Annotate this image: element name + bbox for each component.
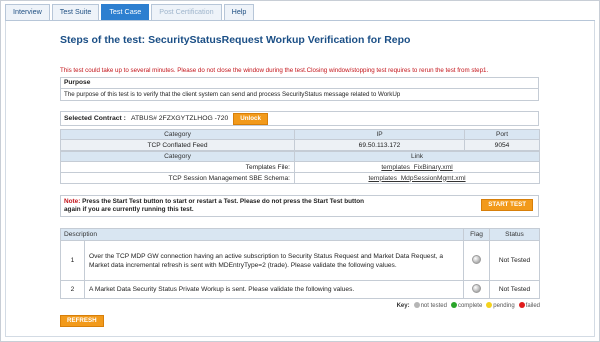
purpose-box: Purpose The purpose of this test is to v… xyxy=(60,77,539,101)
step-number: 2 xyxy=(60,280,85,299)
table-row: TCP Session Management SBE Schema: templ… xyxy=(60,172,540,184)
tab-interview[interactable]: Interview xyxy=(5,4,50,20)
unlock-button[interactable]: Unlock xyxy=(233,112,268,125)
page-title: Steps of the test: SecurityStatusRequest… xyxy=(60,34,411,46)
purpose-text: The purpose of this test is to verify th… xyxy=(64,91,401,98)
step-description: A Market Data Security Status Private Wo… xyxy=(83,280,465,299)
tab-help[interactable]: Help xyxy=(223,4,255,20)
step-status: Not Tested xyxy=(489,240,541,281)
steps-header-flag: Flag xyxy=(463,228,491,241)
step-number: 1 xyxy=(60,240,85,281)
feed-port: 9054 xyxy=(464,139,540,151)
sbe-schema-link[interactable]: templates_MdpSessionMgmt.xml xyxy=(368,175,465,182)
link-category: TCP Session Management SBE Schema: xyxy=(60,172,295,184)
not-tested-dot-icon xyxy=(413,302,420,308)
feed-ip: 69.50.113.172 xyxy=(294,139,465,151)
key-item-label: complete xyxy=(457,303,483,309)
failed-dot-icon xyxy=(518,302,525,308)
step-flag xyxy=(463,240,491,281)
templates-file-link[interactable]: templates_FixBinary.xml xyxy=(381,164,452,171)
tab-test-suite[interactable]: Test Suite xyxy=(51,4,100,20)
link-header-link: Link xyxy=(294,151,540,162)
note-label: Note: xyxy=(64,198,81,205)
feed-header-category: Category xyxy=(60,129,295,140)
link-category: Templates File: xyxy=(60,161,295,173)
complete-dot-icon xyxy=(450,302,457,308)
purpose-heading: Purpose xyxy=(61,78,538,89)
key-item-label: not tested xyxy=(420,303,447,309)
feed-table: Category IP Port TCP Conflated Feed 69.5… xyxy=(60,129,540,151)
contract-label: Selected Contract : xyxy=(64,115,126,122)
steps-table: Description Flag Status 1 Over the TCP M… xyxy=(59,228,541,299)
feed-category: TCP Conflated Feed xyxy=(60,139,295,151)
warning-text: This test could take up to several minut… xyxy=(60,67,489,74)
note-box: Note: Press the Start Test button to sta… xyxy=(60,195,539,217)
flag-not-tested-icon xyxy=(472,255,482,264)
steps-header-description: Description xyxy=(59,228,465,241)
tab-post-certification: Post Certification xyxy=(151,4,222,20)
refresh-button[interactable]: REFRESH xyxy=(60,315,104,327)
key-item-pending: pending xyxy=(486,302,515,309)
tab-test-case[interactable]: Test Case xyxy=(101,4,150,20)
start-test-button[interactable]: START TEST xyxy=(481,199,533,211)
feed-header-ip: IP xyxy=(294,129,465,140)
table-row: 1 Over the TCP MDP GW connection having … xyxy=(60,240,541,281)
note-line-1: Press the Start Test button to start or … xyxy=(80,198,365,205)
feed-header-port: Port xyxy=(464,129,540,140)
tab-bar: Interview Test Suite Test Case Post Cert… xyxy=(5,4,255,20)
table-row: TCP Conflated Feed 69.50.113.172 9054 xyxy=(60,139,540,151)
key-label: Key: xyxy=(396,302,410,309)
selected-contract-row: Selected Contract : ATBUS# 2FZXGYTZLHOG … xyxy=(60,111,539,126)
steps-header-status: Status xyxy=(489,228,541,241)
link-header-category: Category xyxy=(60,151,295,162)
key-item-not-tested: not tested xyxy=(413,302,447,309)
step-description: Over the TCP MDP GW connection having an… xyxy=(83,240,465,281)
flag-not-tested-icon xyxy=(472,284,482,293)
step-status: Not Tested xyxy=(489,280,541,299)
key-item-failed: failed xyxy=(518,302,540,309)
key-item-label: failed xyxy=(525,303,540,309)
table-row: Templates File: templates_FixBinary.xml xyxy=(60,161,540,173)
step-flag xyxy=(463,280,491,299)
table-row: 2 A Market Data Security Status Private … xyxy=(60,280,541,299)
status-key: Key: not tested complete pending failed xyxy=(397,302,540,309)
note-line-2: again if you are currently running this … xyxy=(64,206,194,213)
key-item-label: pending xyxy=(493,303,515,309)
key-item-complete: complete xyxy=(450,302,483,309)
contract-value: ATBUS# 2FZXGYTZLHOG -720 xyxy=(130,115,229,122)
pending-dot-icon xyxy=(486,302,493,308)
link-table: Category Link Templates File: templates_… xyxy=(60,151,540,184)
